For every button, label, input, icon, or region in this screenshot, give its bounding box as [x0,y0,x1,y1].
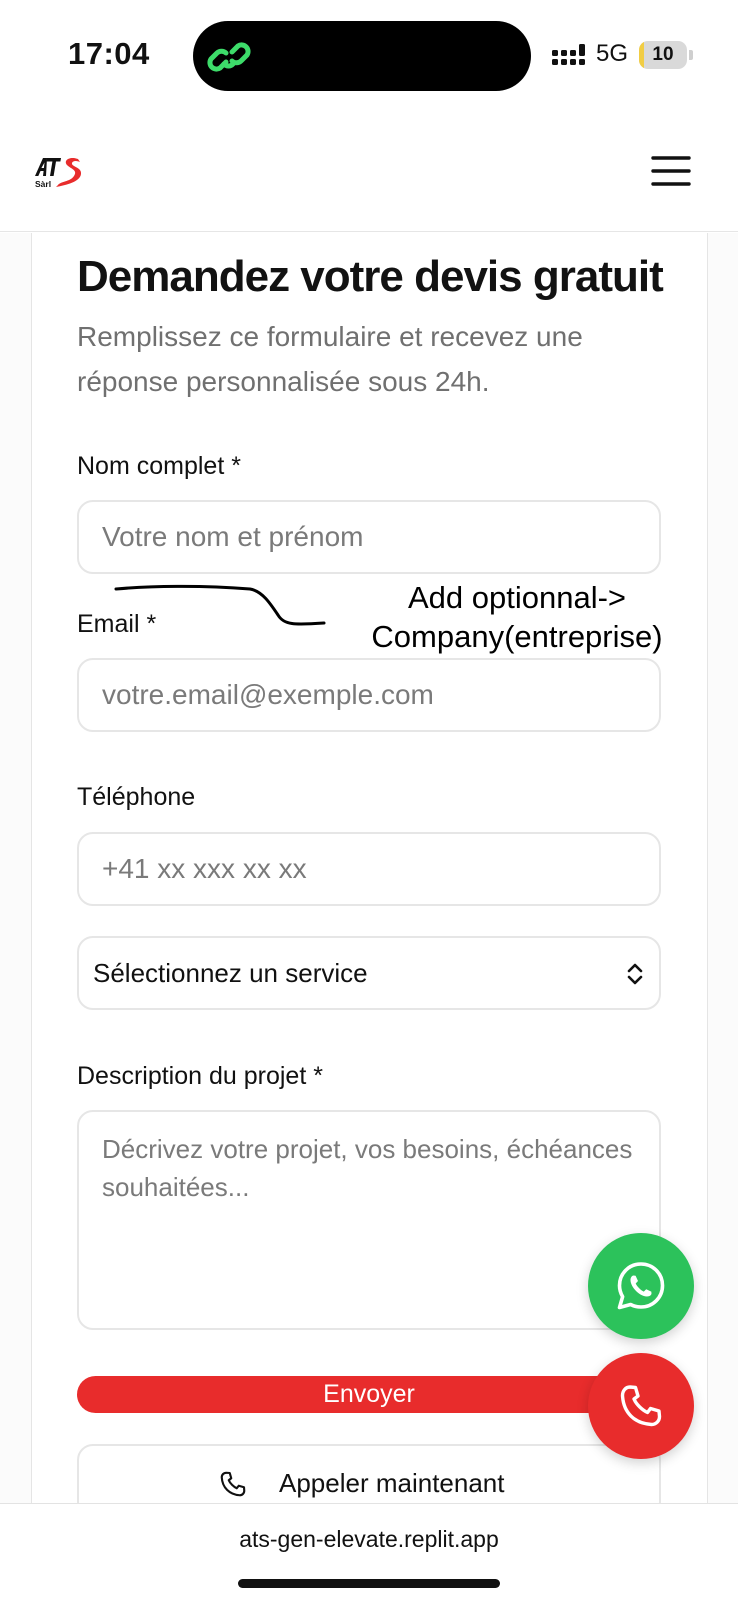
phone-screen: 17:04 5G 10 Sàrl Demandez votre devis gr… [0,0,738,1600]
phone-input[interactable] [77,832,661,906]
phone-label: Téléphone [77,783,196,811]
hamburger-menu-icon[interactable] [650,154,692,188]
signal-strength-icon [552,44,585,65]
battery-tip [689,50,693,60]
whatsapp-icon [617,1262,665,1310]
chevron-up-down-icon [627,963,643,985]
status-bar: 17:04 5G 10 [0,0,738,108]
status-time: 17:04 [68,36,150,71]
url-text: ats-gen-elevate.replit.app [239,1526,499,1552]
battery-icon: 10 [639,41,687,69]
dynamic-island [193,21,531,91]
description-textarea[interactable] [77,1110,661,1330]
call-now-label: Appeler maintenant [279,1468,505,1498]
link-rings-icon [207,42,251,72]
service-select-value: Sélectionnez un service [93,958,368,988]
phone-call-button[interactable] [588,1353,694,1459]
annotation-note: Add optionnal-> Company(entreprise) [352,578,682,656]
annotation-line-1: Add optionnal-> [407,580,627,615]
name-input[interactable] [77,500,661,574]
email-input[interactable] [77,658,661,732]
site-header: Sàrl [0,108,738,232]
home-indicator[interactable] [238,1579,500,1588]
submit-button[interactable]: Envoyer [77,1376,661,1413]
form-subtitle: Remplissez ce formulaire et recevez une … [77,321,583,397]
ats-sarl-logo[interactable]: Sàrl [34,152,90,192]
annotation-stroke [114,584,326,626]
annotation-line-2: Company(entreprise) [371,619,663,654]
phone-outline-icon [220,1471,246,1497]
whatsapp-button[interactable] [588,1233,694,1339]
service-select[interactable]: Sélectionnez un service [77,936,661,1010]
svg-text:Sàrl: Sàrl [35,179,51,189]
browser-url-bar[interactable]: ats-gen-elevate.replit.app [0,1503,738,1600]
network-type: 5G [596,40,629,67]
name-label: Nom complet * [77,452,241,480]
description-label: Description du projet * [77,1062,323,1090]
phone-icon [620,1385,662,1427]
form-title: Demandez votre devis gratuit [77,252,664,301]
battery-level: 10 [652,44,674,65]
